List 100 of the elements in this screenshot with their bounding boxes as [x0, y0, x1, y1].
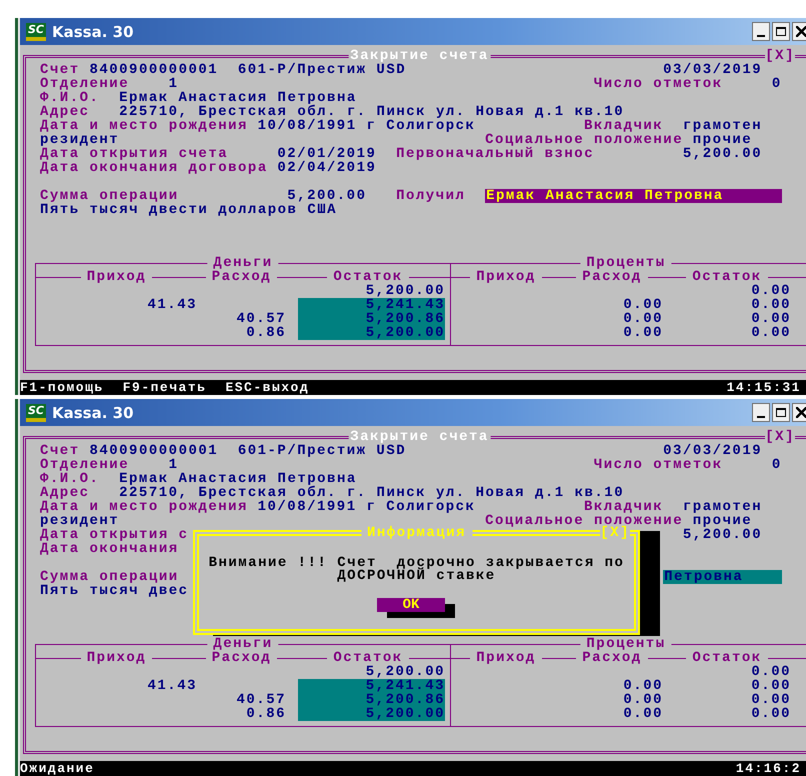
field-label: Ф.И.О. [40, 91, 100, 105]
field-value: 10/08/1991 г Солигорск [258, 119, 476, 133]
table-cell: 0.00 [623, 679, 663, 693]
field-value: 1 [168, 77, 178, 91]
field-label: Отделение [40, 77, 130, 91]
field-value: Пять тысяч двес [40, 584, 189, 598]
field-label: Дата открытия с [40, 528, 189, 542]
status-text: Ожидание [20, 761, 94, 776]
table-cell: 5,241.43 [298, 679, 445, 693]
table-cell: 0.00 [751, 298, 791, 312]
recipient-field[interactable]: Петровна [663, 570, 782, 584]
field-label: Дата и место рождения [40, 500, 248, 514]
table-cell: 40.57 [236, 312, 286, 326]
field-value: грамотен [682, 119, 762, 133]
group-title: Проценты [580, 637, 672, 651]
column-header: Расход [576, 651, 648, 665]
field-label: Число отметок [594, 458, 723, 472]
app-logo: SC [26, 404, 46, 422]
field-label: Дата окончания договора [40, 161, 268, 175]
table-cell: 5,200.00 [298, 707, 445, 721]
maximize-button[interactable] [772, 22, 790, 41]
field-value: 225710, Брестская обл. г. Пинск ул. Новая д.1 кв.10 [119, 486, 624, 500]
table-cell: 0.00 [623, 298, 663, 312]
field-label: Первоначальный взнос [396, 147, 594, 161]
close-button[interactable] [792, 22, 806, 41]
field-value: 02/04/2019 [277, 161, 376, 175]
field-label: Вкладчик [584, 500, 664, 514]
close-button[interactable] [792, 403, 806, 422]
maximize-icon [776, 408, 786, 417]
form-title: Закрытие счета [348, 49, 491, 63]
dialog-message: Внимание !!! Счет досрочно закрывается по [208, 557, 626, 570]
status-text: F9-печать [122, 380, 206, 395]
field-label: Получил [396, 189, 466, 203]
group-title: Деньги [207, 637, 279, 651]
table-cell: 0.86 [246, 707, 286, 721]
field-label: Социальное положение [485, 133, 684, 147]
table-cell: 0.00 [751, 312, 791, 326]
field-value: резидент [40, 514, 120, 528]
group-title: Деньги [207, 256, 279, 270]
minimize-icon [757, 416, 765, 418]
field-value: 8400900000001 [89, 63, 218, 77]
field-value: 225710, Брестская обл. г. Пинск ул. Новая д.1 кв.10 [119, 105, 624, 119]
table-cell: 0.86 [246, 326, 286, 340]
table-cell: 41.43 [147, 679, 197, 693]
field-label: Дата открытия счета [40, 147, 228, 161]
field-value: 1 [168, 458, 178, 472]
close-icon [796, 26, 806, 37]
field-value: 02/01/2019 [277, 147, 376, 161]
table-cell: 0.00 [751, 679, 791, 693]
column-header: Приход [80, 270, 152, 284]
table-cell: 0.00 [751, 665, 791, 679]
field-label: Адрес [40, 486, 90, 500]
close-button[interactable]: [X] [765, 49, 795, 63]
column-header: Приход [470, 651, 542, 665]
table-cell: 0.00 [751, 693, 791, 707]
field-value: резидент [40, 133, 120, 147]
ok-button[interactable]: OK [377, 598, 445, 612]
field-value: прочие [692, 133, 752, 147]
status-text: F1-помощь [20, 380, 104, 395]
field-value: 0 [772, 77, 782, 91]
column-header: Расход [576, 270, 648, 284]
app-logo: SC [26, 22, 46, 40]
field-label: Число отметок [594, 77, 723, 91]
close-button[interactable]: [X] [765, 430, 795, 444]
field-value: Пять тысяч двести долларов США [40, 203, 338, 217]
field-value: 03/03/2019 [663, 63, 762, 77]
maximize-button[interactable] [772, 403, 790, 422]
field-label: Сумма операции [40, 189, 179, 203]
recipient-field[interactable]: Ермак Анастасия Петровна [485, 189, 782, 203]
table-cell: 0.00 [623, 707, 663, 721]
table-cell: 0.00 [623, 312, 663, 326]
table-cell: 40.57 [236, 693, 286, 707]
field-label: Вкладчик [584, 119, 664, 133]
minimize-button[interactable] [752, 22, 770, 41]
column-header: Приход [80, 651, 152, 665]
table-cell-text: 5,200.00 [364, 665, 445, 679]
column-header: Приход [470, 270, 542, 284]
field-value: 8400900000001 [89, 444, 218, 458]
field-label: Отделение [40, 458, 130, 472]
table-cell: 0.00 [751, 326, 791, 340]
field-label: Адрес [40, 105, 90, 119]
field-label: Дата окончания [40, 542, 179, 556]
status-time: 14:16:2 [736, 761, 801, 776]
table-cell: 0.00 [623, 693, 663, 707]
status-time: 14:15:31 [726, 380, 801, 395]
field-value: 03/03/2019 [663, 444, 762, 458]
window-title: Kassa. 30 [52, 404, 134, 422]
table-cell: 5,200.86 [298, 693, 445, 707]
table-cell: 5,200.00 [298, 326, 445, 340]
field-value: Ермак Анастасия Петровна [119, 472, 357, 486]
field-value: 601-Р/Престиж USD [238, 63, 406, 77]
field-value: грамотен [682, 500, 762, 514]
field-label: Счет [40, 444, 80, 458]
table-cell: 0.00 [751, 707, 791, 721]
field-label: Ф.И.О. [40, 472, 100, 486]
minimize-button[interactable] [752, 403, 770, 422]
field-value: 5,200.00 [287, 189, 366, 203]
field-label: Счет [40, 63, 80, 77]
group-title: Проценты [580, 256, 672, 270]
form-title: Закрытие счета [348, 430, 491, 444]
